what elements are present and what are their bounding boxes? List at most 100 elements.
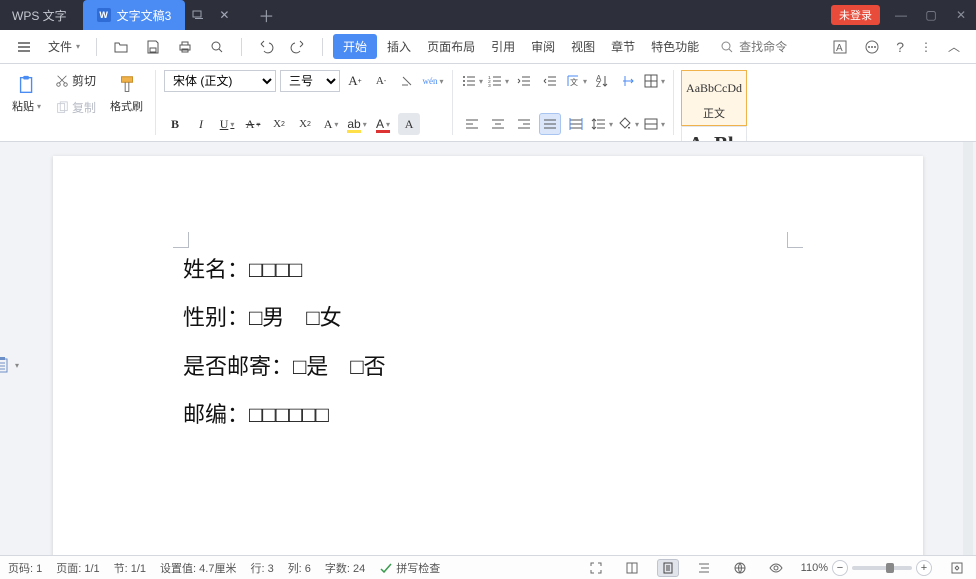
- doc-line-2[interactable]: 是否邮寄：□是 □否: [183, 343, 793, 391]
- status-page[interactable]: 页面: 1/1: [56, 560, 99, 576]
- align-left-button[interactable]: [461, 113, 483, 135]
- zoom-out-button[interactable]: −: [832, 560, 848, 576]
- new-tab-button[interactable]: ＋: [251, 3, 281, 27]
- font-group: 宋体 (正文) 三号 A+ A- wén▾ B I U▾ A▾ X2 X2 A▾…: [164, 70, 453, 135]
- file-menu[interactable]: 文件▾: [42, 34, 86, 59]
- clear-format-button[interactable]: [396, 70, 418, 92]
- zoom-in-button[interactable]: +: [916, 560, 932, 576]
- zoom-value[interactable]: 110%: [801, 562, 828, 574]
- decrease-indent-button[interactable]: [513, 70, 535, 92]
- shading-button[interactable]: ▾: [617, 113, 639, 135]
- print-preview-button[interactable]: [203, 35, 231, 59]
- collapse-ribbon-button[interactable]: ︿: [942, 34, 966, 59]
- command-search-input[interactable]: [739, 40, 809, 54]
- align-center-button[interactable]: [487, 113, 509, 135]
- tab-close-button[interactable]: ✕: [211, 0, 237, 30]
- comment-icon[interactable]: [858, 35, 886, 59]
- close-window-button[interactable]: ✕: [946, 0, 976, 30]
- more-icon[interactable]: ⋮: [914, 36, 938, 58]
- sort-button[interactable]: AZ: [591, 70, 613, 92]
- command-search[interactable]: [719, 39, 809, 55]
- superscript-button[interactable]: X2: [268, 113, 290, 135]
- status-col[interactable]: 列: 6: [288, 560, 311, 576]
- line-spacing-button[interactable]: ▾: [591, 113, 613, 135]
- fit-page-button[interactable]: [946, 559, 968, 577]
- document-tab[interactable]: W 文字文稿3: [83, 0, 186, 30]
- margin-corner-tl: [173, 232, 189, 248]
- strikethrough-button[interactable]: A▾: [242, 113, 264, 135]
- status-pagecode[interactable]: 页码: 1: [8, 560, 42, 576]
- borders-button[interactable]: ▾: [643, 70, 665, 92]
- doc-line-0[interactable]: 姓名：□□□□: [183, 246, 793, 294]
- tab-review[interactable]: 审阅: [525, 34, 561, 59]
- copy-button[interactable]: 复制: [51, 97, 100, 118]
- tabs-button[interactable]: ▾: [643, 113, 665, 135]
- change-case-button[interactable]: A▾: [320, 113, 342, 135]
- style-card-0[interactable]: AaBbCcDd正文: [681, 70, 747, 126]
- page-layout-button[interactable]: [657, 559, 679, 577]
- tab-references[interactable]: 引用: [485, 34, 521, 59]
- web-layout-button[interactable]: [729, 559, 751, 577]
- format-painter-button[interactable]: 格式刷: [106, 72, 147, 116]
- tab-special[interactable]: 特色功能: [645, 34, 705, 59]
- open-button[interactable]: [107, 35, 135, 59]
- print-button[interactable]: [171, 35, 199, 59]
- document-content[interactable]: 姓名：□□□□性别：□男 □女是否邮寄：□是 □否邮编：□□□□□□: [183, 246, 793, 440]
- bullets-button[interactable]: ▾: [461, 70, 483, 92]
- style-card-1[interactable]: AaBb标题 1: [681, 126, 747, 142]
- highlight-button[interactable]: ab▾: [346, 113, 368, 135]
- decrease-font-button[interactable]: A-: [370, 70, 392, 92]
- redo-button[interactable]: [284, 35, 312, 59]
- font-size-select[interactable]: 三号: [280, 70, 340, 92]
- status-row[interactable]: 行: 3: [250, 560, 273, 576]
- status-setvalue[interactable]: 设置值: 4.7厘米: [160, 560, 236, 576]
- paste-button[interactable]: 粘贴▾: [8, 72, 45, 116]
- bold-button[interactable]: B: [164, 113, 186, 135]
- paste-options-float[interactable]: ▾: [0, 356, 19, 374]
- tab-insert[interactable]: 插入: [381, 34, 417, 59]
- show-marks-button[interactable]: [617, 70, 639, 92]
- status-spellcheck[interactable]: 拼写检查: [379, 560, 440, 576]
- save-button[interactable]: [139, 35, 167, 59]
- zoom-slider[interactable]: [852, 566, 912, 570]
- numbering-button[interactable]: 123▾: [487, 70, 509, 92]
- doc-line-1[interactable]: 性别：□男 □女: [183, 294, 793, 342]
- status-section[interactable]: 节: 1/1: [114, 560, 146, 576]
- tab-chapter[interactable]: 章节: [605, 34, 641, 59]
- maximize-button[interactable]: ▢: [916, 0, 946, 30]
- document-page[interactable]: ▾ 姓名：□□□□性别：□男 □女是否邮寄：□是 □否邮编：□□□□□□: [53, 156, 923, 555]
- text-direction-button[interactable]: 文▾: [565, 70, 587, 92]
- read-layout-button[interactable]: [621, 559, 643, 577]
- login-badge[interactable]: 未登录: [831, 5, 880, 25]
- tab-view[interactable]: 视图: [565, 34, 601, 59]
- italic-button[interactable]: I: [190, 113, 212, 135]
- tab-pagelayout[interactable]: 页面布局: [421, 34, 481, 59]
- underline-button[interactable]: U▾: [216, 113, 238, 135]
- status-chars[interactable]: 字数: 24: [325, 560, 365, 576]
- increase-indent-button[interactable]: [539, 70, 561, 92]
- spellcheck-icon: [379, 562, 393, 574]
- char-shading-button[interactable]: A: [398, 113, 420, 135]
- distribute-button[interactable]: [565, 113, 587, 135]
- increase-font-button[interactable]: A+: [344, 70, 366, 92]
- align-right-button[interactable]: [513, 113, 535, 135]
- fullscreen-button[interactable]: [585, 559, 607, 577]
- char-panel-icon[interactable]: A: [826, 35, 854, 59]
- font-name-select[interactable]: 宋体 (正文): [164, 70, 276, 92]
- document-area[interactable]: ▾ 姓名：□□□□性别：□男 □女是否邮寄：□是 □否邮编：□□□□□□: [0, 142, 976, 555]
- doc-line-3[interactable]: 邮编：□□□□□□: [183, 391, 793, 439]
- cut-button[interactable]: 剪切: [51, 70, 100, 91]
- undo-button[interactable]: [252, 35, 280, 59]
- outline-layout-button[interactable]: [693, 559, 715, 577]
- subscript-button[interactable]: X2: [294, 113, 316, 135]
- eye-protect-button[interactable]: [765, 559, 787, 577]
- help-icon[interactable]: ?: [890, 35, 910, 59]
- tab-start[interactable]: 开始: [333, 34, 377, 59]
- phonetic-guide-button[interactable]: wén▾: [422, 70, 444, 92]
- app-menu-button[interactable]: [10, 35, 38, 59]
- vertical-scrollbar[interactable]: [963, 142, 973, 555]
- tab-sync-icon[interactable]: [185, 0, 211, 30]
- font-color-button[interactable]: A▾: [372, 113, 394, 135]
- align-justify-button[interactable]: [539, 113, 561, 135]
- minimize-button[interactable]: —: [886, 0, 916, 30]
